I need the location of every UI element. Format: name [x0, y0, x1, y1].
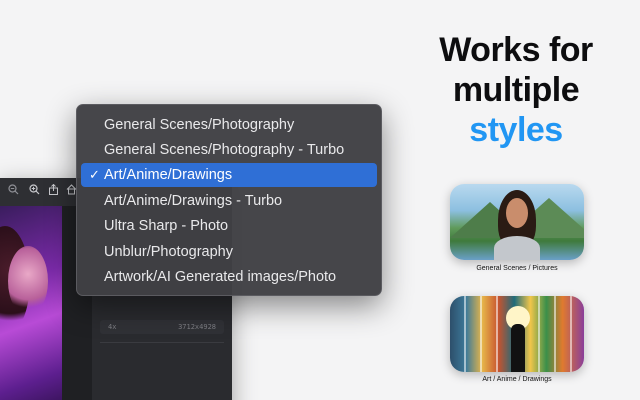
portrait-face — [506, 198, 528, 228]
headline-line-2: multiple — [452, 71, 580, 109]
image-preview[interactable] — [0, 206, 62, 400]
share-icon[interactable] — [46, 183, 60, 198]
promo-screen: 4x 3712x4928 General Scenes/Photography … — [0, 0, 640, 400]
checkmark-icon: ✓ — [89, 167, 100, 182]
menu-item-unblur-photography[interactable]: Unblur/Photography — [81, 240, 377, 264]
silhouette-figure — [511, 324, 525, 372]
menu-item-label: Art/Anime/Drawings — [104, 167, 233, 183]
menu-item-label: General Scenes/Photography - Turbo — [104, 142, 345, 158]
zoom-in-icon[interactable] — [27, 184, 41, 198]
model-dropdown-menu: General Scenes/Photography General Scene… — [76, 104, 382, 296]
menu-item-label: Art/Anime/Drawings - Turbo — [104, 193, 283, 209]
menu-item-general-scenes[interactable]: General Scenes/Photography — [81, 113, 377, 137]
panel-divider — [100, 342, 224, 343]
scale-factor: 4x — [108, 323, 117, 331]
menu-item-label: Artwork/AI Generated images/Photo — [104, 269, 337, 285]
portrait-figure — [494, 188, 540, 260]
sample-image-general-scenes — [450, 184, 584, 260]
menu-item-ultra-sharp-photo[interactable]: Ultra Sharp - Photo — [81, 214, 377, 238]
menu-item-general-scenes-turbo[interactable]: General Scenes/Photography - Turbo — [81, 138, 377, 162]
menu-item-art-anime-drawings[interactable]: ✓ Art/Anime/Drawings — [81, 163, 377, 187]
menu-item-label: Unblur/Photography — [104, 244, 233, 260]
headline-line-1: Works for — [439, 31, 593, 69]
menu-item-label: General Scenes/Photography — [104, 117, 295, 133]
panel-divider — [538, 296, 540, 372]
panel-divider — [464, 296, 466, 372]
output-resolution: 3712x4928 — [178, 323, 216, 331]
scale-info-row: 4x 3712x4928 — [100, 320, 224, 334]
panel-divider — [570, 296, 572, 372]
zoom-out-icon[interactable] — [6, 184, 20, 198]
panel-divider — [480, 296, 482, 372]
preview-face — [8, 246, 48, 316]
headline-line-3: styles — [469, 111, 563, 149]
sample-caption-general-scenes: General Scenes / Pictures — [476, 265, 558, 272]
panel-divider — [554, 296, 556, 372]
menu-item-artwork-ai-generated[interactable]: Artwork/AI Generated images/Photo — [81, 265, 377, 289]
menu-item-label: Ultra Sharp - Photo — [104, 218, 229, 234]
sample-caption-art-anime: Art / Anime / Drawings — [482, 376, 552, 383]
panel-divider — [496, 296, 498, 372]
sample-image-art-anime — [450, 296, 584, 372]
headline: Works for multiple styles — [414, 30, 618, 150]
menu-item-art-anime-drawings-turbo[interactable]: Art/Anime/Drawings - Turbo — [81, 189, 377, 213]
portrait-shoulders — [494, 236, 540, 260]
